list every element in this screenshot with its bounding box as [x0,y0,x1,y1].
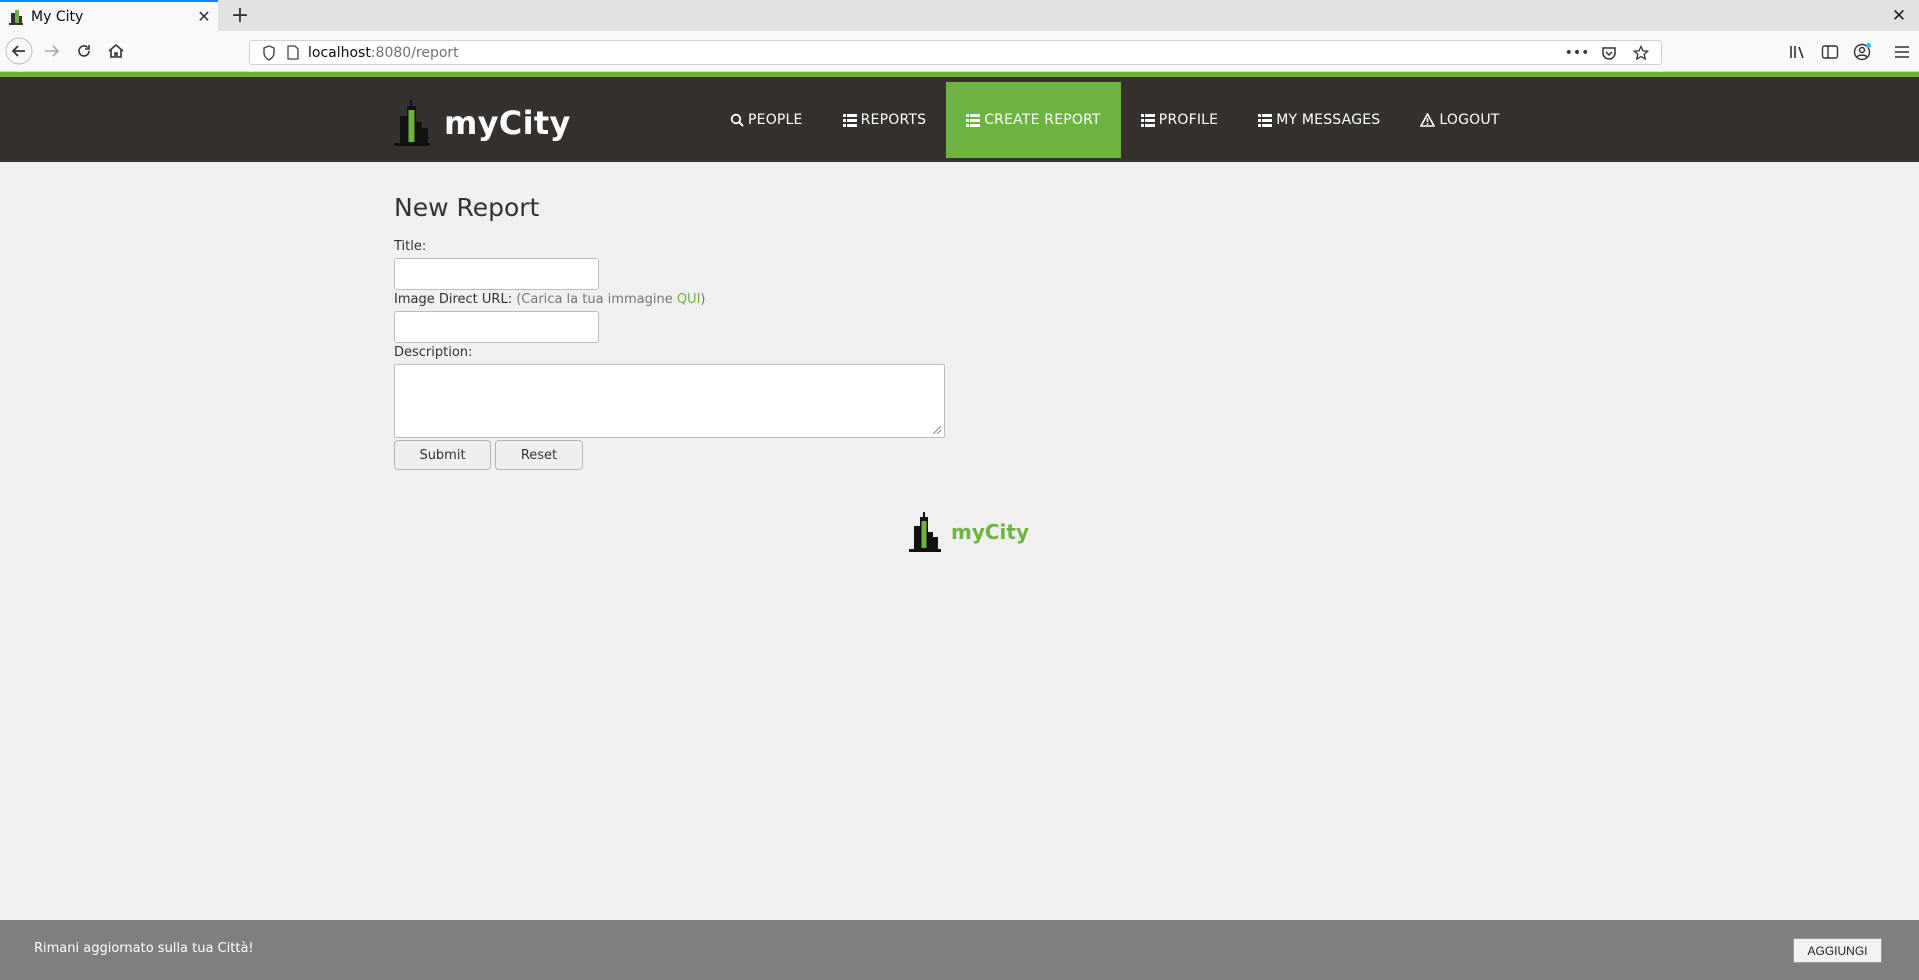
forward-icon[interactable] [36,35,68,67]
tab-close-icon[interactable]: ✕ [190,7,218,26]
page-info-icon[interactable] [282,45,304,60]
footer-brand[interactable]: myCity [909,512,1029,552]
library-icon[interactable] [1787,41,1809,63]
image-url-input[interactable] [394,311,599,343]
image-url-label: Image Direct URL: (Carica la tua immagin… [394,292,706,307]
list-icon [842,113,857,127]
brand-name: myCity [444,104,571,142]
nav-reports-label: REPORTS [860,112,927,128]
nav-my-messages-label: MY MESSAGES [1276,112,1381,128]
nav-create-report[interactable]: CREATE REPORT [946,82,1121,158]
sidebar-icon[interactable] [1819,41,1841,63]
menu-hamburger-icon[interactable] [1891,41,1913,63]
subscribe-bar: Rimani aggiornato sulla tua Città! AGGIU… [0,920,1919,980]
add-button[interactable]: AGGIUNGI [1793,938,1882,963]
bookmark-star-icon[interactable] [1631,43,1651,63]
description-label: Description: [394,345,473,360]
new-tab-icon[interactable]: + [226,2,254,30]
mycity-favicon-icon [9,9,23,25]
nav-logout-label: LOGOUT [1439,112,1500,128]
image-url-hint: (Carica la tua immagine QUI) [516,292,706,307]
page-actions-icon[interactable]: ••• [1565,43,1590,63]
list-icon [1140,113,1155,127]
upload-image-link[interactable]: QUI [677,292,701,307]
page-title: New Report [394,193,540,222]
browser-tab-strip: My City ✕ + ✕ [0,0,1919,31]
site-brand[interactable]: myCity [394,100,571,146]
list-icon [1258,113,1273,127]
account-icon[interactable] [1851,41,1873,63]
reload-icon[interactable] [68,35,100,67]
url-text[interactable]: localhost:8080/report [308,45,1567,61]
tracking-shield-icon[interactable] [256,44,282,61]
subscribe-text: Rimani aggiornato sulla tua Città! [34,941,254,956]
nav-my-messages[interactable]: MY MESSAGES [1238,82,1400,158]
back-icon[interactable] [3,35,35,67]
home-icon[interactable] [100,35,132,67]
description-textarea[interactable] [394,364,945,438]
resize-grip-icon[interactable] [930,423,942,435]
nav-reports[interactable]: REPORTS [823,82,947,158]
title-input[interactable] [394,258,599,290]
browser-tab[interactable]: My City ✕ [0,0,218,31]
nav-create-report-label: CREATE REPORT [984,112,1101,128]
warning-icon [1420,113,1436,127]
list-icon [966,113,981,127]
submit-button[interactable]: Submit [394,440,491,470]
main-nav: PEOPLE REPORTS CREATE REPORT PROFILE MY … [710,82,1520,158]
search-icon [730,113,744,127]
nav-people[interactable]: PEOPLE [710,82,823,158]
city-logo-icon [394,100,430,146]
nav-profile[interactable]: PROFILE [1121,82,1238,158]
toolbar-right [1787,31,1919,72]
reset-button[interactable]: Reset [495,440,583,470]
footer-brand-name: myCity [951,520,1030,544]
window-close-icon[interactable]: ✕ [1887,2,1911,30]
tab-title: My City [31,8,84,25]
title-label: Title: [394,239,427,254]
nav-logout[interactable]: LOGOUT [1400,82,1519,158]
nav-profile-label: PROFILE [1158,112,1219,128]
address-bar[interactable]: localhost:8080/report ••• [249,40,1662,65]
nav-people-label: PEOPLE [748,112,803,128]
pocket-icon[interactable] [1599,43,1619,63]
city-logo-icon [909,512,941,552]
